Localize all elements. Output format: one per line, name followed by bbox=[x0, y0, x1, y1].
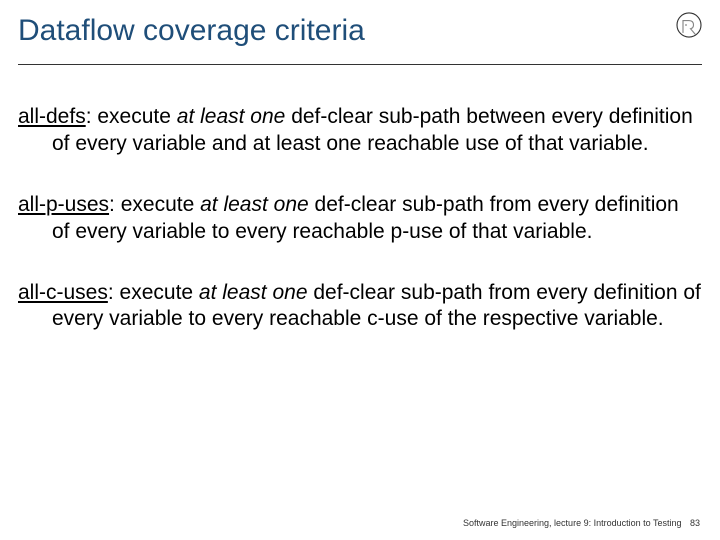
emph: at least one bbox=[199, 281, 308, 304]
term: all-c-uses bbox=[18, 281, 108, 304]
slide-body: all-defs: execute at least one def-clear… bbox=[18, 104, 702, 367]
slide: Dataflow coverage criteria all-defs: exe… bbox=[0, 0, 720, 540]
emph: at least one bbox=[200, 193, 309, 216]
slide-title: Dataflow coverage criteria bbox=[18, 14, 365, 48]
page-number: 83 bbox=[690, 518, 700, 528]
definition-all-defs: all-defs: execute at least one def-clear… bbox=[18, 104, 702, 158]
definition-all-p-uses: all-p-uses: execute at least one def-cle… bbox=[18, 192, 702, 246]
term: all-defs bbox=[18, 105, 86, 128]
definition-all-c-uses: all-c-uses: execute at least one def-cle… bbox=[18, 280, 702, 334]
sep: : execute bbox=[86, 105, 177, 128]
title-divider bbox=[18, 64, 702, 65]
emph: at least one bbox=[177, 105, 286, 128]
sep: : execute bbox=[109, 193, 200, 216]
footer-text: Software Engineering, lecture 9: Introdu… bbox=[463, 518, 681, 528]
term: all-p-uses bbox=[18, 193, 109, 216]
sep: : execute bbox=[108, 281, 199, 304]
chair-logo-icon bbox=[674, 10, 704, 40]
slide-footer: Software Engineering, lecture 9: Introdu… bbox=[463, 518, 700, 528]
